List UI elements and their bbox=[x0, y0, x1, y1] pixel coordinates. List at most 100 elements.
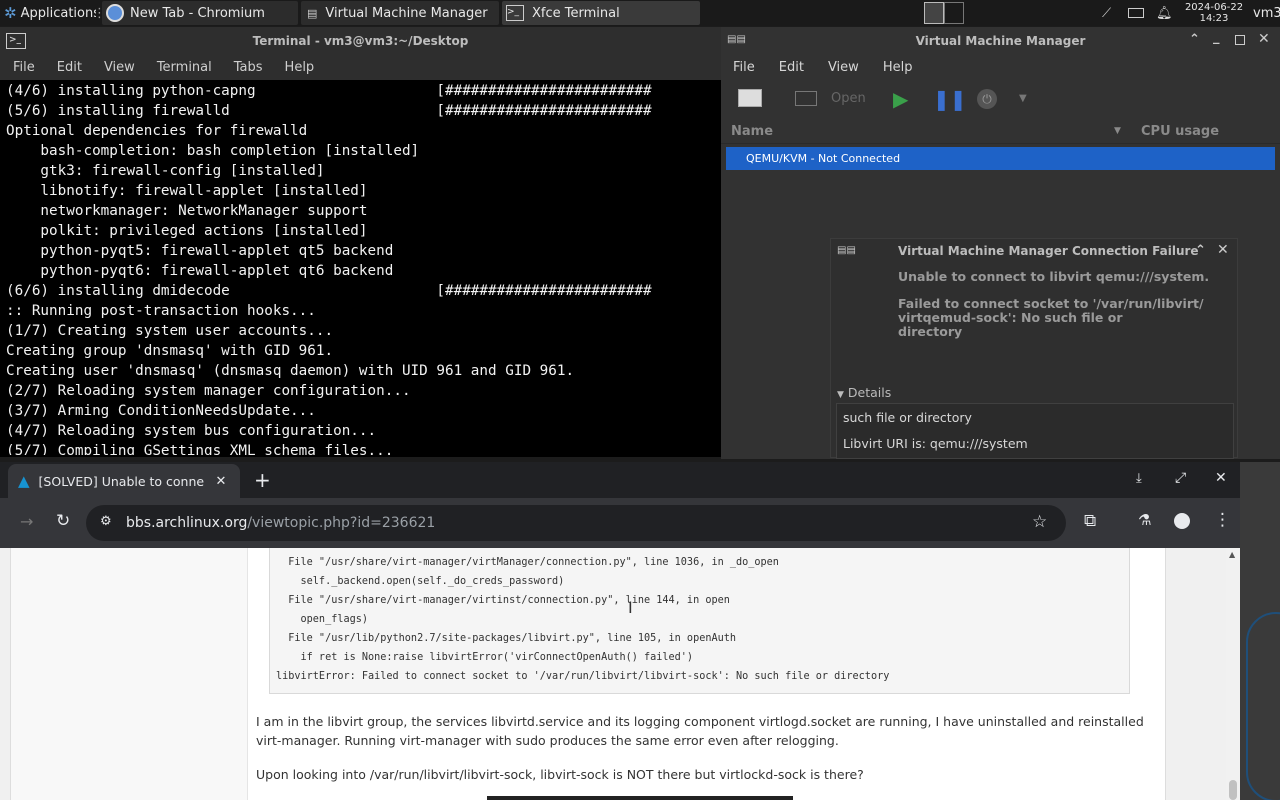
url-path: /viewtopic.php?id=236621 bbox=[247, 515, 436, 531]
page-content[interactable]: File "/usr/share/virt-manager/virtManage… bbox=[0, 548, 1240, 800]
tab-close-icon[interactable]: ✕ bbox=[216, 474, 227, 489]
dialog-message: Unable to connect to libvirt qemu:///sys… bbox=[898, 269, 1210, 284]
workspace-switcher[interactable] bbox=[924, 0, 964, 26]
terminal-window-icon: >_ bbox=[6, 33, 26, 49]
terminal-titlebar[interactable]: >_ Terminal - vm3@vm3:~/Desktop bbox=[0, 27, 721, 54]
dialog-close-icon[interactable]: ✕ bbox=[1217, 242, 1229, 258]
tab-solved-post[interactable]: ▲ [SOLVED] Unable to connect ✕ bbox=[8, 464, 240, 498]
task-chromium[interactable]: New Tab - Chromium bbox=[102, 1, 298, 25]
code-line: File "/usr/share/virt-manager/virtManage… bbox=[276, 557, 779, 568]
pause-icon[interactable]: ❚❚ bbox=[933, 87, 967, 111]
terminal-line: python-pyqt6: firewall-applet qt6 backen… bbox=[6, 263, 394, 279]
details-chevron-icon: ▼ bbox=[837, 390, 844, 400]
terminal-menu-view[interactable]: View bbox=[104, 60, 135, 75]
network-off-icon[interactable]: ⟋ bbox=[1102, 0, 1122, 26]
site-info-icon[interactable]: ⚙ bbox=[100, 514, 112, 529]
vmm-titlebar[interactable]: ▤▤ Virtual Machine Manager ⌃ _ ✕ bbox=[721, 27, 1280, 54]
window-maximize-icon[interactable] bbox=[1235, 35, 1245, 45]
details-expander[interactable]: ▼ Details bbox=[837, 385, 891, 400]
vmm-icon: ▤ bbox=[307, 6, 318, 20]
chromium-window: ▲ [SOLVED] Unable to connect ✕ + ⤓ ⤢ ✕ →… bbox=[0, 462, 1240, 800]
vmm-menu-edit[interactable]: Edit bbox=[779, 60, 804, 75]
run-icon[interactable]: ▶ bbox=[893, 87, 908, 111]
user-name: vm3 bbox=[1253, 5, 1280, 21]
dialog-detail-line: Failed to connect socket to '/var/run/li… bbox=[898, 296, 1204, 311]
shutdown-icon[interactable]: ⏻ bbox=[977, 89, 997, 109]
extensions-icon[interactable]: ⧉ bbox=[1084, 511, 1096, 531]
top-panel: ✲ Applications ⋮ New Tab - Chromium ▤ Vi… bbox=[0, 0, 1280, 26]
chrome-close-icon[interactable]: ✕ bbox=[1215, 470, 1227, 486]
terminal-line: (4/6) installing python-capng [#########… bbox=[6, 83, 652, 99]
code-block[interactable]: File "/usr/share/virt-manager/virtManage… bbox=[269, 548, 1130, 694]
user-menu[interactable]: vm3 bbox=[1253, 0, 1280, 26]
vmm-menu-view[interactable]: View bbox=[828, 60, 859, 75]
terminal-menu-edit[interactable]: Edit bbox=[57, 60, 82, 75]
scroll-up-icon[interactable]: ▲ bbox=[1229, 550, 1235, 559]
forward-icon[interactable]: → bbox=[20, 512, 33, 531]
details-text-line: Libvirt URI is: qemu:///system bbox=[843, 436, 1028, 451]
terminal-task-icon: >_ bbox=[506, 5, 524, 21]
terminal-output[interactable]: (4/6) installing python-capng [#########… bbox=[0, 80, 721, 455]
bookmark-star-icon[interactable]: ☆ bbox=[1032, 512, 1047, 532]
battery-icon[interactable] bbox=[1128, 0, 1148, 26]
post-paragraph: Upon looking into /var/run/libvirt/libvi… bbox=[256, 767, 864, 782]
window-close-icon[interactable]: ✕ bbox=[1258, 31, 1270, 47]
terminal-menu-terminal[interactable]: Terminal bbox=[157, 60, 212, 75]
applications-label: Applications bbox=[20, 5, 96, 21]
terminal-menubar: File Edit View Terminal Tabs Help bbox=[0, 54, 721, 80]
connection-row-label: QEMU/KVM - Not Connected bbox=[746, 152, 901, 165]
open-vm-icon[interactable] bbox=[795, 91, 817, 106]
open-label[interactable]: Open bbox=[831, 91, 866, 106]
notification-bell-icon[interactable]: 🔔︎ bbox=[1156, 0, 1174, 26]
fullscreen-icon[interactable]: ⤢ bbox=[1175, 470, 1186, 486]
terminal-menu-tabs[interactable]: Tabs bbox=[234, 60, 263, 75]
code-line: libvirtError: Failed to connect socket t… bbox=[276, 671, 890, 682]
new-vm-icon[interactable] bbox=[738, 89, 762, 107]
labs-flask-icon[interactable]: ⚗ bbox=[1138, 511, 1151, 529]
task-chromium-label: New Tab - Chromium bbox=[130, 5, 265, 21]
column-cpu[interactable]: CPU usage bbox=[1141, 124, 1219, 139]
dialog-detail-line: virtqemud-sock': No such file or bbox=[898, 310, 1123, 325]
task-terminal[interactable]: >_ Xfce Terminal bbox=[502, 1, 700, 25]
details-text-area[interactable]: such file or directory Libvirt URI is: q… bbox=[836, 403, 1234, 459]
dialog-titlebar[interactable]: ▤▤ Virtual Machine Manager Connection Fa… bbox=[831, 239, 1237, 263]
dialog-title: Virtual Machine Manager Connection Failu… bbox=[898, 244, 1199, 258]
vmm-menu-file[interactable]: File bbox=[733, 60, 755, 75]
column-name[interactable]: Name bbox=[731, 124, 773, 139]
vmm-column-header: Name ▼ CPU usage bbox=[721, 120, 1280, 144]
connection-row[interactable]: QEMU/KVM - Not Connected bbox=[726, 147, 1275, 170]
terminal-line: bash-completion: bash completion [instal… bbox=[6, 143, 420, 159]
post-author-sidebar bbox=[11, 548, 248, 800]
terminal-line: (3/7) Arming ConditionNeedsUpdate... bbox=[6, 403, 316, 419]
terminal-line: gtk3: firewall-config [installed] bbox=[6, 163, 325, 179]
code-line: open_flags) bbox=[276, 614, 369, 625]
vmm-window-icon: ▤▤ bbox=[727, 34, 746, 45]
task-vmm[interactable]: ▤ Virtual Machine Manager bbox=[301, 1, 499, 25]
terminal-menu-file[interactable]: File bbox=[13, 60, 35, 75]
terminal-line: libnotify: firewall-applet [installed] bbox=[6, 183, 368, 199]
window-minimize-icon[interactable]: _ bbox=[1213, 30, 1220, 45]
new-tab-icon[interactable]: + bbox=[254, 468, 271, 492]
download-icon[interactable]: ⤓ bbox=[1136, 471, 1142, 486]
dialog-detail-line: directory bbox=[898, 324, 963, 339]
connection-failure-dialog: ▤▤ Virtual Machine Manager Connection Fa… bbox=[830, 238, 1238, 459]
dialog-shade-icon[interactable]: ⌃ bbox=[1195, 243, 1206, 258]
chrome-menu-icon[interactable]: ⋮ bbox=[1214, 510, 1231, 530]
clock[interactable]: 2024-06-22 14:23 bbox=[1180, 0, 1248, 26]
terminal-menu-help[interactable]: Help bbox=[285, 60, 315, 75]
arch-favicon-icon: ▲ bbox=[18, 472, 30, 490]
reload-icon[interactable]: ↻ bbox=[56, 511, 70, 531]
scroll-thumb[interactable] bbox=[1229, 780, 1237, 800]
xfce-logo-icon: ✲ bbox=[4, 4, 17, 22]
page-scrollbar[interactable]: ▲ bbox=[1226, 548, 1240, 800]
code-line: File "/usr/share/virt-manager/virtinst/c… bbox=[276, 595, 730, 606]
applications-menu[interactable]: ✲ Applications bbox=[4, 0, 96, 26]
shutdown-menu-chevron-icon[interactable]: ▼ bbox=[1019, 93, 1027, 104]
window-shade-icon[interactable]: ⌃ bbox=[1189, 32, 1200, 47]
text-cursor-icon: I bbox=[628, 598, 633, 617]
profile-avatar[interactable] bbox=[1174, 513, 1190, 529]
sort-chevron-icon[interactable]: ▼ bbox=[1114, 126, 1121, 136]
terminal-line: Creating user 'dnsmasq' (dnsmasq daemon)… bbox=[6, 363, 575, 379]
vmm-menu-help[interactable]: Help bbox=[883, 60, 913, 75]
address-bar[interactable]: ⚙ bbs.archlinux.org/viewtopic.php?id=236… bbox=[86, 505, 1066, 541]
